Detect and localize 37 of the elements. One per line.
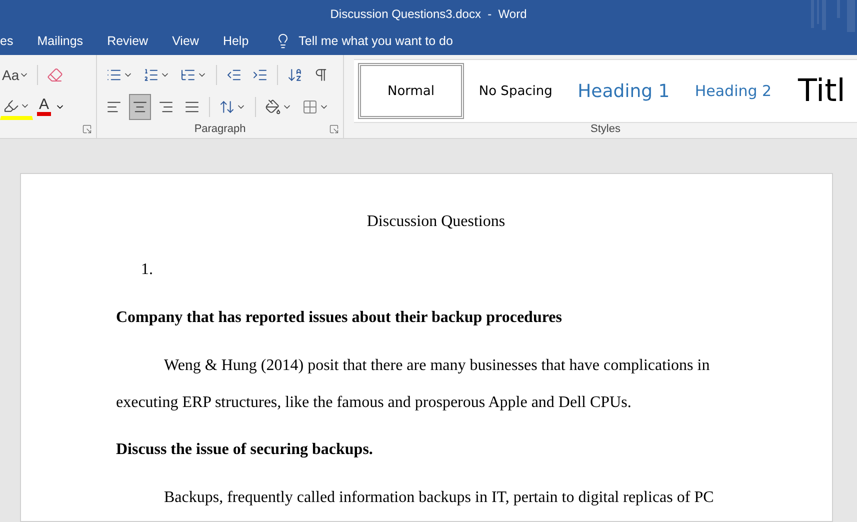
search-placeholder: Tell me what you want to do — [298, 34, 453, 48]
align-justify-icon — [184, 99, 200, 115]
group-label: Styles — [590, 123, 620, 137]
ribbon-tab[interactable]: View — [160, 28, 211, 55]
body-paragraph: Backups, frequently called information backups in IT, pertain to digital replicas of PC — [163, 488, 715, 508]
list-number: 1. — [140, 260, 154, 280]
eraser-icon — [47, 67, 64, 83]
dialog-launcher-icon — [82, 124, 92, 134]
decrease-indent-icon — [226, 67, 242, 83]
highlighter-icon — [3, 98, 19, 114]
increase-indent-icon — [252, 67, 268, 83]
body-paragraph: Weng & Hung (2014) posit that there are many businesses that have complications in executing ERP structures, like the famous and prosperous Apple and Dell CPUs. — [116, 356, 711, 413]
window-title: Discussion Questions3.docx - Word — [330, 6, 527, 21]
change-case-button[interactable]: Aa — [0, 65, 32, 85]
paint-bucket-icon — [265, 99, 281, 115]
tell-me-search[interactable]: Tell me what you want to do — [274, 33, 453, 50]
align-center-icon — [132, 99, 148, 115]
pilcrow-icon — [313, 67, 329, 83]
ribbon-tab[interactable]: es — [0, 28, 26, 55]
font-color-button[interactable]: A — [37, 98, 52, 116]
align-right-icon — [158, 99, 174, 115]
multilevel-list-icon — [180, 67, 196, 83]
ribbon-tab[interactable]: Review — [95, 28, 160, 55]
numbered-list-icon — [143, 67, 159, 83]
ribbon-tab[interactable]: Help — [210, 28, 261, 55]
sort-icon — [287, 67, 303, 83]
section-heading: Company that has reported issues about their backup procedures — [116, 308, 563, 328]
align-button[interactable] — [129, 94, 151, 120]
style-option[interactable]: Normal — [358, 63, 464, 119]
borders-icon — [302, 99, 318, 115]
dialog-launcher-icon — [329, 124, 339, 134]
document-title: Discussion Questions — [366, 212, 506, 232]
ribbon-tab[interactable]: Mailings — [25, 28, 96, 55]
line-spacing-icon — [219, 99, 235, 115]
section-heading: Discuss the issue of securing backups. — [116, 440, 374, 460]
group-label: Paragraph — [194, 123, 246, 137]
align-left-icon — [106, 99, 122, 115]
